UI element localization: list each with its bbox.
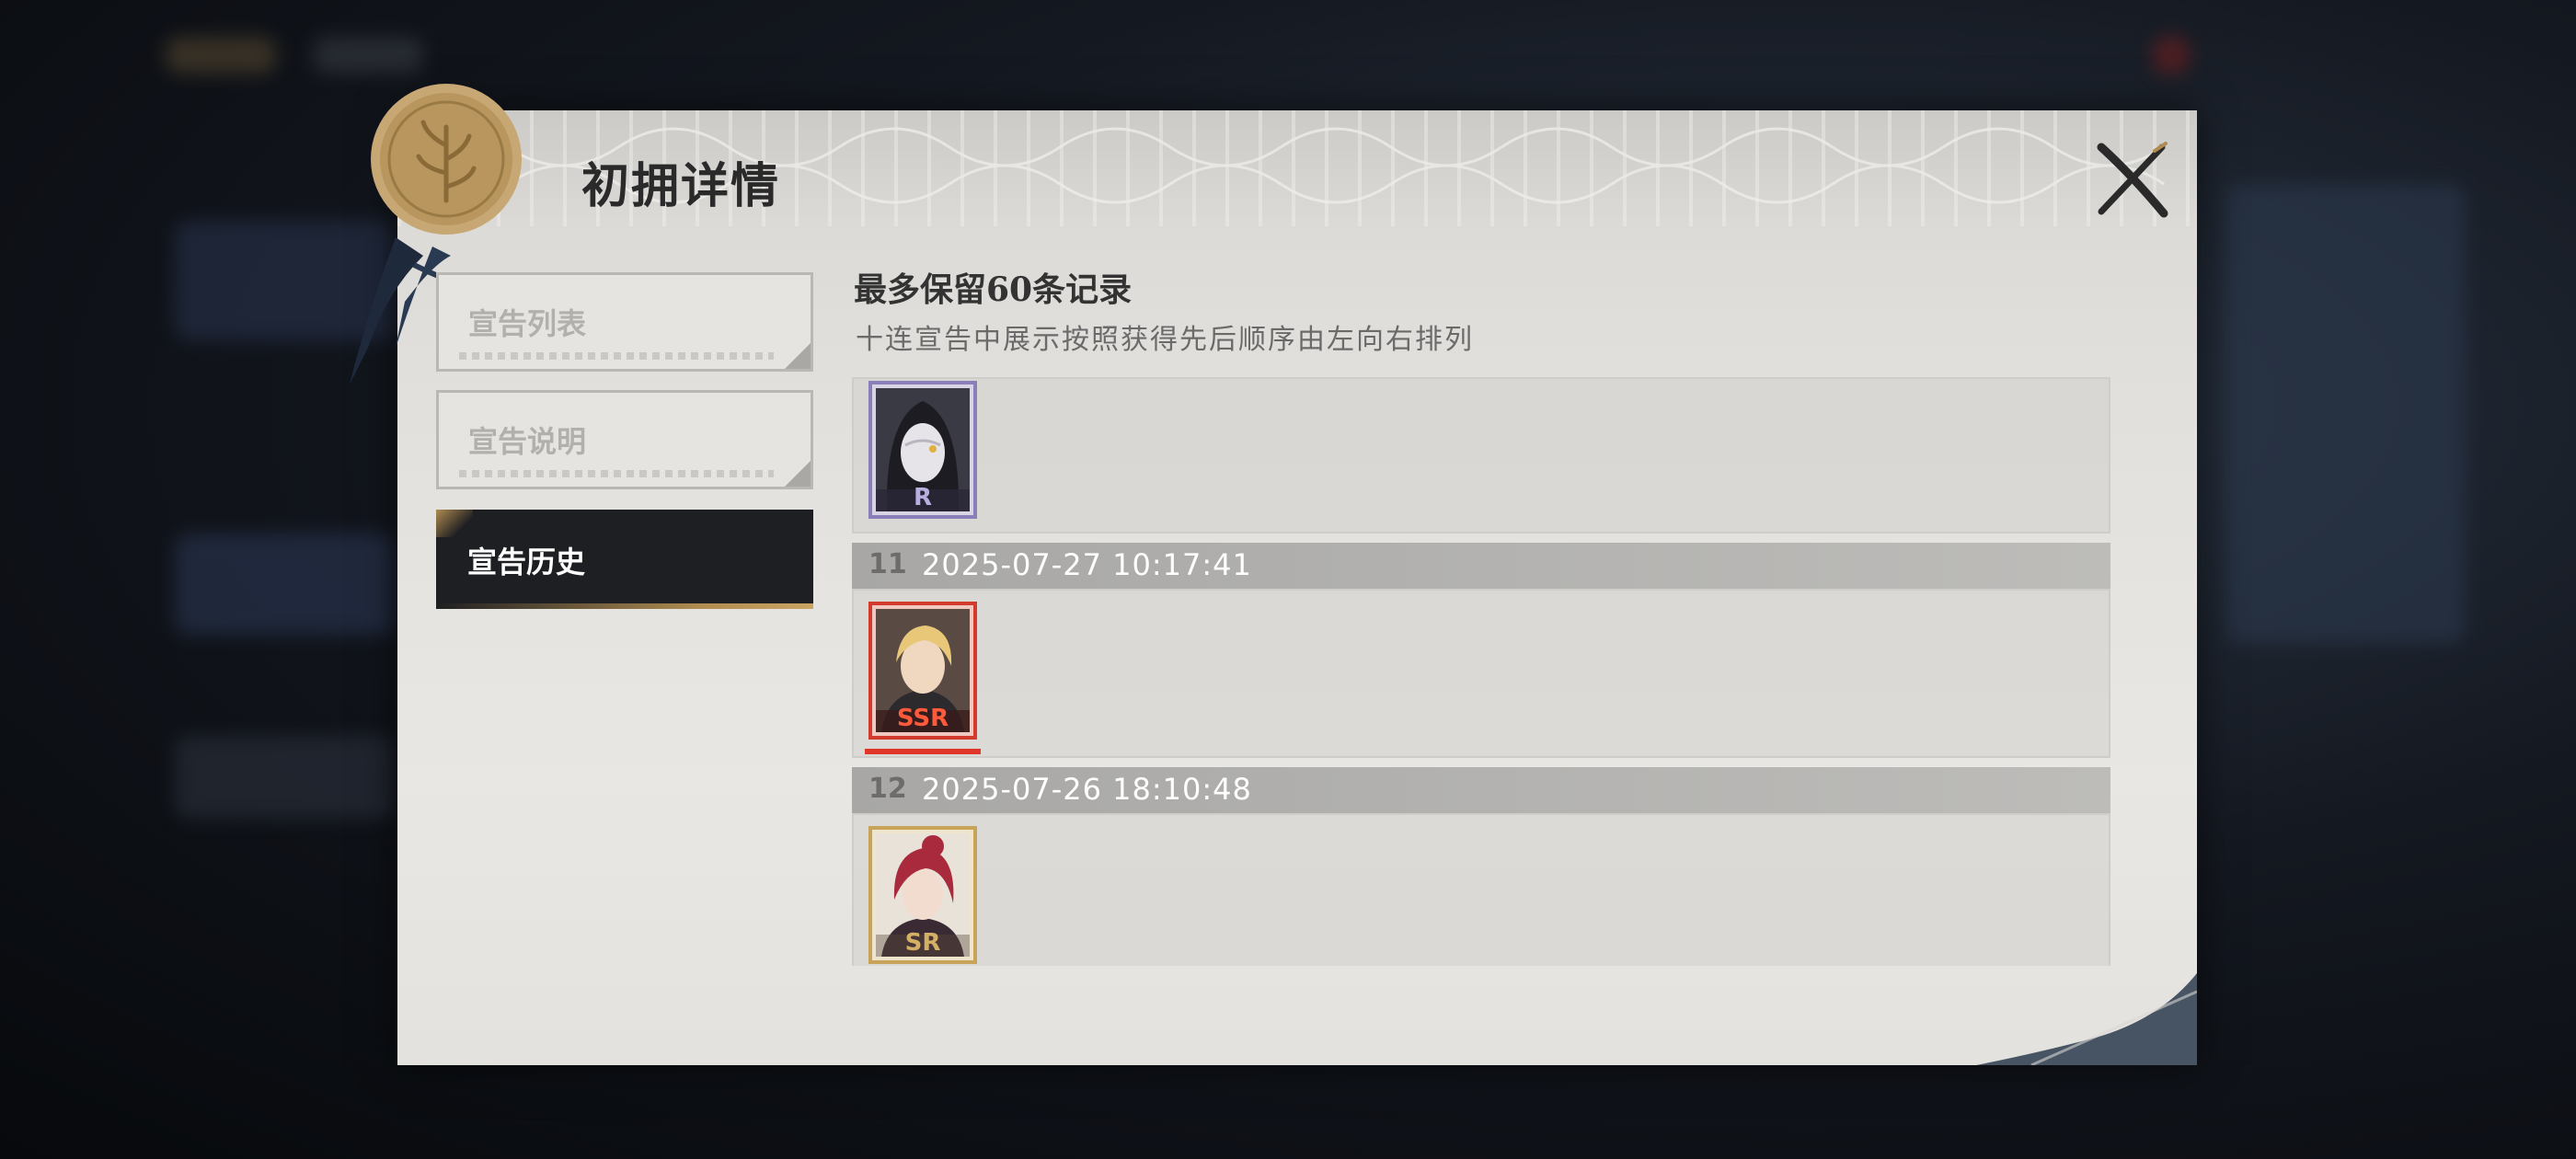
character-card-r[interactable]: R bbox=[868, 381, 977, 519]
tab-label: 宣告说明 bbox=[468, 424, 587, 459]
record-number: 12 bbox=[868, 773, 907, 805]
modal-title: 初拥详情 bbox=[581, 158, 781, 214]
background-blur bbox=[2226, 184, 2466, 644]
close-button[interactable] bbox=[2090, 138, 2173, 221]
tab-decoration bbox=[459, 470, 774, 477]
character-card-sr[interactable]: SR bbox=[868, 826, 977, 964]
background-blur bbox=[166, 37, 276, 74]
rarity-label: R bbox=[913, 484, 933, 511]
ssr-glow-underline bbox=[865, 749, 981, 754]
record-time: 2025-07-26 18:10:48 bbox=[922, 772, 1252, 807]
background-blur bbox=[175, 534, 396, 635]
background-blur bbox=[175, 736, 396, 819]
background-blur bbox=[313, 37, 423, 74]
rarity-label: SSR bbox=[896, 705, 949, 732]
rarity-label: SR bbox=[904, 929, 941, 957]
ink-corner-decoration bbox=[1976, 973, 2197, 1065]
record-panel bbox=[852, 377, 2110, 534]
tab-gold-accent bbox=[436, 510, 473, 537]
history-subtitle: 十连宣告中展示按照获得先后顺序由左向右排列 bbox=[856, 324, 1474, 356]
tab-gacha-list[interactable]: 宣告列表 bbox=[436, 272, 813, 372]
record-header: 12 2025-07-26 18:10:48 bbox=[852, 767, 2110, 813]
close-x-icon bbox=[2097, 142, 2168, 218]
background-blur bbox=[2153, 37, 2190, 74]
character-card-ssr[interactable]: SSR bbox=[868, 602, 977, 740]
record-panel bbox=[852, 589, 2110, 758]
tab-decoration bbox=[459, 352, 774, 360]
history-list[interactable]: R 11 2025-07-27 10:17:41 SSR 12 2025-07-… bbox=[852, 377, 2112, 966]
tab-gacha-history[interactable]: 宣告历史 bbox=[436, 510, 813, 609]
tab-corner bbox=[785, 343, 811, 369]
record-panel bbox=[852, 813, 2110, 966]
tab-corner bbox=[785, 461, 811, 487]
record-header: 11 2025-07-27 10:17:41 bbox=[852, 543, 2110, 589]
record-number: 11 bbox=[868, 548, 907, 580]
tab-label: 宣告列表 bbox=[468, 306, 587, 341]
tab-gold-underline bbox=[436, 603, 813, 609]
record-time: 2025-07-27 10:17:41 bbox=[922, 547, 1252, 582]
history-title: 最多保留60条记录 bbox=[854, 270, 1133, 309]
tab-label: 宣告历史 bbox=[467, 545, 586, 580]
tab-gacha-info[interactable]: 宣告说明 bbox=[436, 390, 813, 489]
